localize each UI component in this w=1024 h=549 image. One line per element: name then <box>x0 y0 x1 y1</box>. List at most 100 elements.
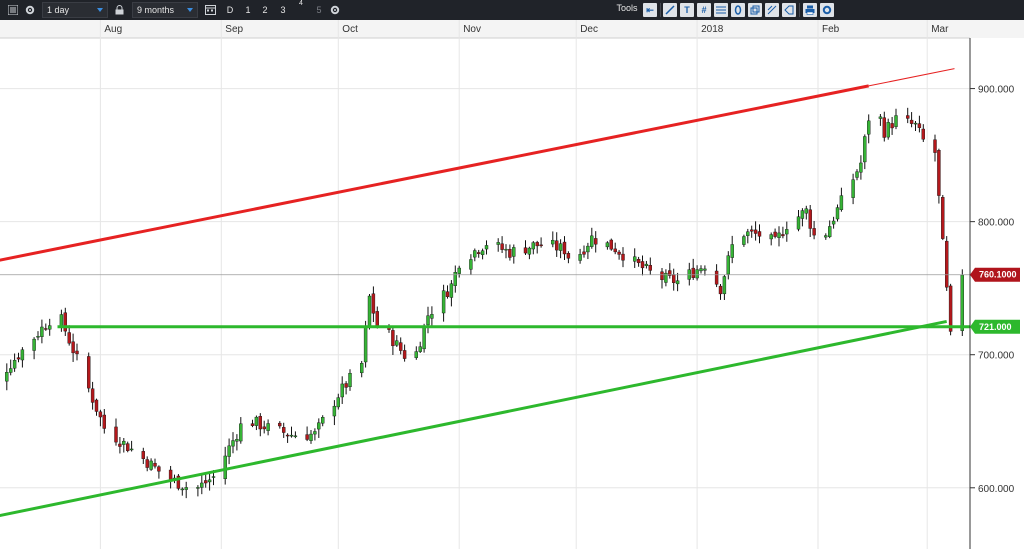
candle-body <box>769 234 773 240</box>
timeframe-3-button[interactable]: 3 <box>277 2 289 18</box>
candle-body <box>227 445 231 457</box>
candle-body <box>207 479 212 483</box>
candle-body <box>149 460 153 470</box>
price-tick-label: 800.000 <box>978 218 1015 229</box>
candle-body <box>422 325 426 350</box>
candle-body <box>824 235 828 238</box>
candle-body <box>808 209 812 229</box>
month-label: Dec <box>580 24 598 35</box>
timeframe-2-button[interactable]: 2 <box>259 2 271 18</box>
grid-tool-icon[interactable]: # <box>697 3 711 17</box>
candle-body <box>839 195 844 210</box>
candle-body <box>609 239 613 250</box>
candle-body <box>804 208 808 214</box>
candle-body <box>336 397 340 408</box>
ellipse-tool-icon[interactable] <box>731 3 745 17</box>
price-chart[interactable]: Aug Sep Oct Nov Dec 2018 Feb Mar 900.000 800.000… <box>0 20 1024 549</box>
candle-body <box>453 272 457 286</box>
candle-body <box>890 123 894 129</box>
text-tool-icon[interactable]: T <box>680 3 694 17</box>
trend-line-tool-icon[interactable] <box>663 3 677 17</box>
candle-body <box>71 341 75 354</box>
shape-tool-icon[interactable] <box>782 3 796 17</box>
print-icon[interactable] <box>803 3 817 17</box>
candle-body <box>402 350 407 359</box>
candle-body <box>886 122 890 138</box>
candle-body <box>477 252 481 255</box>
settings-gear-icon[interactable] <box>328 2 342 18</box>
candle-body <box>730 244 734 258</box>
channel-tool-icon[interactable] <box>748 3 762 17</box>
candle-body <box>586 245 590 253</box>
candle-body <box>917 123 922 128</box>
pitchfork-tool-icon[interactable] <box>765 3 779 17</box>
candle-body <box>20 349 25 361</box>
candle-body <box>660 271 664 281</box>
fibonacci-tool-icon[interactable] <box>714 3 728 17</box>
candle-body <box>122 440 126 445</box>
settings-gear-icon[interactable] <box>23 2 37 18</box>
timeframe-1-button[interactable]: 1 <box>242 2 254 18</box>
candle-body <box>223 455 227 480</box>
candle-body <box>363 326 368 363</box>
range-dropdown[interactable]: 9 months <box>132 2 198 18</box>
candle-body <box>180 488 185 491</box>
candle-body <box>757 231 762 237</box>
month-label: Aug <box>104 24 122 35</box>
candle-body <box>578 254 582 261</box>
candle-body <box>441 290 446 314</box>
candle-body <box>293 435 298 438</box>
candle-body <box>145 459 149 468</box>
month-label: Mar <box>931 24 949 35</box>
candle-body <box>75 350 79 355</box>
interval-dropdown[interactable]: 1 day <box>42 2 108 18</box>
candle-body <box>375 311 379 327</box>
candle-body <box>699 268 703 272</box>
candle-body <box>894 115 898 127</box>
candle-body <box>909 119 914 124</box>
candle-body <box>878 116 883 119</box>
candle-body <box>282 427 286 433</box>
candle-body <box>835 207 840 220</box>
month-label: Nov <box>463 24 481 35</box>
chevron-down-icon <box>97 8 103 12</box>
candle-body <box>882 117 886 138</box>
month-label: Oct <box>342 24 358 35</box>
candle-body <box>590 235 594 247</box>
candle-body <box>313 431 317 435</box>
price-tick-label: 600.000 <box>978 484 1015 495</box>
timeframe-5-button[interactable]: 5 <box>313 2 325 18</box>
list-icon[interactable] <box>6 2 20 18</box>
lock-icon[interactable] <box>112 2 126 18</box>
candle-body <box>613 248 617 253</box>
candle-body <box>933 139 937 153</box>
candle-body <box>235 438 239 442</box>
timeframe-d-button[interactable]: D <box>224 2 236 18</box>
candle-body <box>8 368 13 373</box>
candle-body <box>675 280 680 285</box>
candle-body <box>278 422 282 427</box>
candle-body <box>457 267 461 274</box>
candle-body <box>129 448 134 451</box>
back-arrow-icon[interactable]: ⇤ <box>643 3 657 17</box>
candle-body <box>785 229 789 235</box>
candle-body <box>32 338 36 351</box>
candle-body <box>395 340 399 346</box>
candle-body <box>851 179 855 198</box>
candle-body <box>63 312 67 332</box>
candle-body <box>469 259 473 270</box>
calendar-icon[interactable] <box>203 2 217 18</box>
candle-body <box>40 326 44 337</box>
candle-body <box>59 314 64 327</box>
candle-body <box>102 414 107 429</box>
chevron-down-icon <box>187 8 193 12</box>
tools-settings-icon[interactable] <box>820 3 834 17</box>
candle-body <box>558 243 563 251</box>
candle-body <box>750 229 754 232</box>
candle-body <box>523 247 528 254</box>
candle-body <box>480 250 485 255</box>
candle-body <box>418 346 422 352</box>
timeframe-4-button[interactable]: 4 <box>295 0 307 16</box>
candle-body <box>184 487 188 490</box>
candle-body <box>239 423 243 442</box>
